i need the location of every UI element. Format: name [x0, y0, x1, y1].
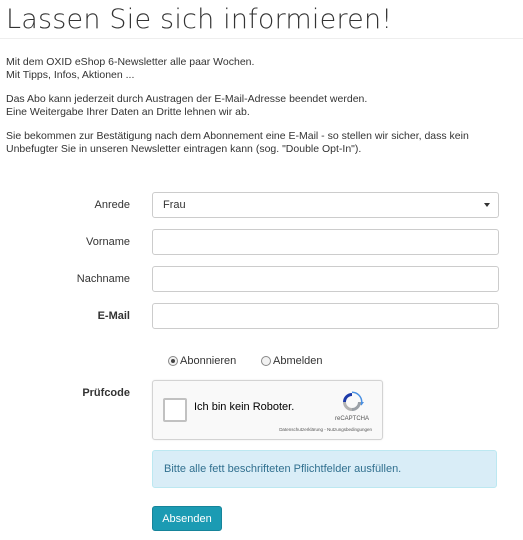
intro-line: Eine Weitergabe Ihrer Daten an Dritte le… [6, 105, 250, 118]
recaptcha-checkbox-label: Ich bin kein Roboter. [194, 401, 295, 413]
recaptcha-logo-icon [343, 391, 364, 411]
unsubscribe-radio-label: Abmelden [273, 355, 323, 367]
intro-line: Mit dem OXID eShop 6-Newsletter alle paa… [6, 56, 255, 68]
recaptcha-widget: Ich bin kein Roboter. reCAPTCHA Datensch… [152, 380, 383, 440]
lastname-label: Nachname [76, 273, 130, 285]
firstname-row: Vorname [0, 229, 523, 255]
email-row: E-Mail [0, 303, 523, 329]
intro-paragraph-3: Sie bekommen zur Bestätigung nach dem Ab… [6, 130, 518, 155]
salutation-row: Anrede Frau [0, 192, 523, 218]
caret-down-icon [484, 203, 490, 207]
recaptcha-brand: reCAPTCHA [334, 416, 369, 422]
page-title: Lassen Sie sich informieren! [6, 4, 393, 35]
intro-line: Das Abo kann jederzeit durch Austragen d… [6, 93, 368, 105]
recaptcha-checkbox[interactable] [163, 398, 187, 422]
lastname-row: Nachname [0, 266, 523, 292]
subscribe-radio-label: Abonnieren [180, 355, 237, 367]
salutation-select[interactable]: Frau [152, 192, 499, 218]
lastname-input[interactable] [152, 266, 499, 292]
submit-button[interactable]: Absenden [152, 506, 222, 531]
intro-text: Mit dem OXID eShop 6-Newsletter alle paa… [6, 56, 518, 167]
required-fields-hint: Bitte alle fett beschrifteten Pflichtfel… [152, 450, 497, 488]
recaptcha-terms-link[interactable]: Datenschutzerklärung - Nutzungsbedingung… [279, 427, 372, 432]
intro-paragraph-1: Mit dem OXID eShop 6-Newsletter alle paa… [6, 56, 518, 81]
intro-paragraph-2: Das Abo kann jederzeit durch Austragen d… [6, 93, 518, 118]
intro-line: Sie bekommen zur Bestätigung nach dem Ab… [6, 130, 469, 155]
captcha-label: Prüfcode [82, 387, 130, 399]
firstname-input[interactable] [152, 229, 499, 255]
salutation-value: Frau [163, 199, 186, 211]
intro-line: Mit Tipps, Infos, Aktionen ... [6, 68, 135, 81]
radio-checked-icon [168, 356, 178, 366]
radio-unchecked-icon [261, 356, 271, 366]
email-input[interactable] [152, 303, 499, 329]
salutation-label: Anrede [94, 199, 130, 211]
email-label: E-Mail [97, 310, 130, 322]
title-divider [0, 38, 523, 39]
firstname-label: Vorname [85, 236, 130, 248]
